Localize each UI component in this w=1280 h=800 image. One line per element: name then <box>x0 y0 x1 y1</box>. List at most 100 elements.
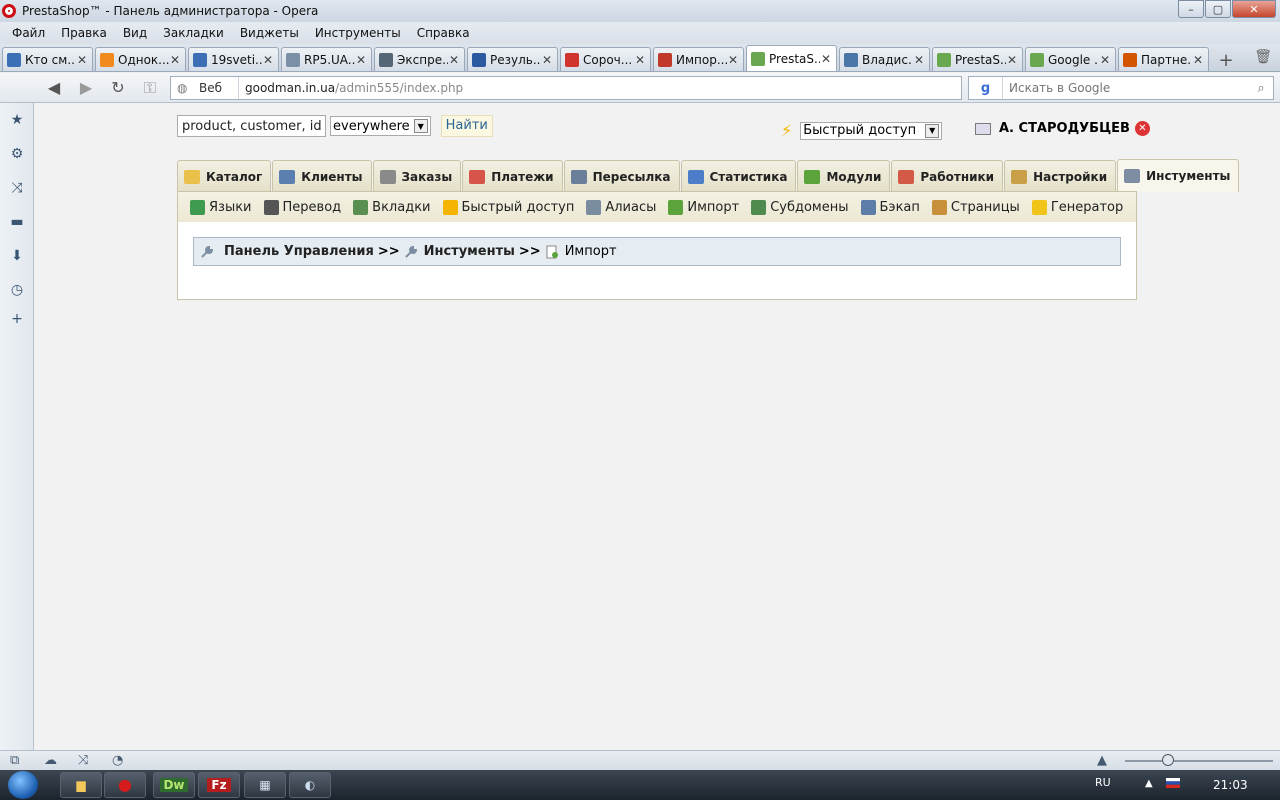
menu-file[interactable]: Файл <box>4 23 53 43</box>
close-tab-icon[interactable]: ✕ <box>1006 53 1018 67</box>
close-tab-icon[interactable]: ✕ <box>169 53 181 67</box>
subnav-item[interactable]: Алиасы <box>586 199 656 215</box>
close-tab-icon[interactable]: ✕ <box>541 53 553 67</box>
settings-gear-icon[interactable]: ⚙ <box>8 145 26 163</box>
admin-tab[interactable]: Статистика <box>680 160 797 192</box>
explorer-button[interactable]: ▆ <box>60 772 102 798</box>
notes-icon[interactable]: ▬ <box>8 213 26 231</box>
subnav-item[interactable]: Перевод <box>263 199 341 215</box>
add-panel-icon[interactable]: + <box>8 310 26 328</box>
calculator-button[interactable]: ▦ <box>244 772 286 798</box>
panel-toggle-icon[interactable]: ⧉ <box>10 753 19 768</box>
admin-tab[interactable]: Платежи <box>462 160 563 192</box>
quick-access-select[interactable]: Быстрый доступ ▼ <box>800 121 943 140</box>
trash-icon[interactable]: 🗑 <box>1254 49 1272 65</box>
opera-logo-icon[interactable] <box>2 4 16 18</box>
turbo-icon[interactable]: ◔ <box>112 753 123 768</box>
back-icon[interactable]: ◀ <box>43 78 65 98</box>
subnav-item[interactable]: Генератор <box>1031 199 1123 215</box>
close-tab-icon[interactable]: ✕ <box>1099 53 1111 67</box>
scheme-label[interactable]: Веб <box>193 77 239 99</box>
menu-widgets[interactable]: Виджеты <box>232 23 307 43</box>
browser-tab[interactable]: PrestaS... ✕ <box>746 45 837 71</box>
browser-tab[interactable]: Однок... ✕ <box>95 47 186 71</box>
menu-edit[interactable]: Правка <box>53 23 115 43</box>
browser-tab[interactable]: Сороч... ✕ <box>560 47 651 71</box>
paint-button[interactable]: ◐ <box>289 772 331 798</box>
admin-tab[interactable]: Заказы <box>372 160 462 192</box>
key-icon[interactable]: ⚿ <box>139 78 161 98</box>
admin-search-input[interactable] <box>177 115 326 137</box>
start-button[interactable] <box>8 771 38 799</box>
search-submit-button[interactable]: Найти <box>440 115 493 137</box>
reload-icon[interactable]: ↻ <box>107 78 129 98</box>
menu-help[interactable]: Справка <box>409 23 478 43</box>
subnav-item[interactable]: Страницы <box>931 199 1020 215</box>
subnav-item[interactable]: Вкладки <box>353 199 431 215</box>
subnav-item[interactable]: Бэкап <box>860 199 920 215</box>
cloud-icon[interactable]: ☁ <box>44 753 57 768</box>
close-tab-icon[interactable]: ✕ <box>76 53 88 67</box>
admin-tab[interactable]: Инстументы <box>1117 159 1240 192</box>
subnav-item[interactable]: Импорт <box>668 199 739 215</box>
clock[interactable]: 21:03 <box>1213 778 1248 792</box>
zoom-up-icon[interactable]: ▲ <box>1097 753 1107 768</box>
minimize-button[interactable]: – <box>1178 0 1204 18</box>
browser-tab[interactable]: Google ...✕ <box>1025 47 1116 71</box>
search-input[interactable] <box>1003 81 1249 95</box>
zoom-slider[interactable] <box>1125 760 1273 762</box>
close-tab-icon[interactable]: ✕ <box>355 53 367 67</box>
admin-tab[interactable]: Клиенты <box>272 160 372 192</box>
close-tab-icon[interactable]: ✕ <box>913 53 925 67</box>
close-tab-icon[interactable]: ✕ <box>262 53 274 67</box>
close-tab-icon[interactable]: ✕ <box>1192 53 1204 67</box>
breadcrumb-root[interactable]: Панель Управления <box>224 244 374 259</box>
menu-bookmarks[interactable]: Закладки <box>155 23 232 43</box>
browser-tab[interactable]: Резуль... ✕ <box>467 47 558 71</box>
subnav-item[interactable]: Быстрый доступ <box>442 199 574 215</box>
opera-button[interactable]: ⬤ <box>104 772 146 798</box>
filezilla-button[interactable]: Fz <box>198 772 240 798</box>
browser-tab[interactable]: Партне...✕ <box>1118 47 1209 71</box>
zoom-slider-thumb[interactable] <box>1162 754 1174 766</box>
unite-share-icon[interactable]: ⤨ <box>8 179 26 197</box>
browser-tab[interactable]: Импор... ✕ <box>653 47 744 71</box>
tray-expand-icon[interactable]: ▲ <box>1145 778 1153 789</box>
browser-tab[interactable]: Владис...✕ <box>839 47 930 71</box>
browser-tab[interactable]: Кто см... ✕ <box>2 47 93 71</box>
browser-tab[interactable]: Экспре... ✕ <box>374 47 465 71</box>
close-tab-icon[interactable]: ✕ <box>448 53 460 67</box>
close-tab-icon[interactable]: ✕ <box>727 53 739 67</box>
forward-icon[interactable]: ▶ <box>75 78 97 98</box>
search-icon[interactable]: ⌕ <box>1249 81 1273 96</box>
bookmarks-star-icon[interactable]: ★ <box>8 111 26 129</box>
logout-icon[interactable]: ✕ <box>1134 121 1150 136</box>
browser-tab[interactable]: 19sveti... ✕ <box>188 47 279 71</box>
admin-tab[interactable]: Работники <box>891 160 1004 192</box>
admin-tab[interactable]: Пересылка <box>563 160 680 192</box>
subnav-item[interactable]: Языки <box>190 199 252 215</box>
scope-select[interactable]: everywhere ▼ <box>330 116 431 136</box>
url-text[interactable]: goodman.in.ua/admin555/index.php <box>239 81 463 95</box>
browser-tab[interactable]: PrestaS... ✕ <box>932 47 1023 71</box>
address-field[interactable]: ◍ Веб goodman.in.ua/admin555/index.php <box>170 76 962 100</box>
admin-tab[interactable]: Каталог <box>177 160 272 192</box>
dreamweaver-button[interactable]: Dw <box>153 772 195 798</box>
unite-icon[interactable]: ⤨ <box>78 753 88 768</box>
close-tab-icon[interactable]: ✕ <box>634 53 646 67</box>
browser-tab[interactable]: RP5.UA... ✕ <box>281 47 372 71</box>
search-engine-icon[interactable]: g <box>969 77 1003 99</box>
flag-icon[interactable] <box>1166 778 1180 791</box>
subnav-item[interactable]: Субдомены <box>751 199 849 215</box>
close-window-button[interactable]: ✕ <box>1232 0 1276 18</box>
new-tab-icon[interactable]: + <box>1215 49 1237 71</box>
downloads-icon[interactable]: ⬇ <box>8 247 26 265</box>
menu-tools[interactable]: Инструменты <box>307 23 409 43</box>
language-indicator[interactable]: RU <box>1095 776 1111 789</box>
maximize-button[interactable]: ▢ <box>1205 0 1231 18</box>
admin-tab[interactable]: Модули <box>797 160 891 192</box>
history-clock-icon[interactable]: ◷ <box>8 281 26 299</box>
breadcrumb-section[interactable]: Инстументы <box>424 244 515 259</box>
admin-tab[interactable]: Настройки <box>1004 160 1117 192</box>
close-tab-icon[interactable]: ✕ <box>820 52 832 66</box>
